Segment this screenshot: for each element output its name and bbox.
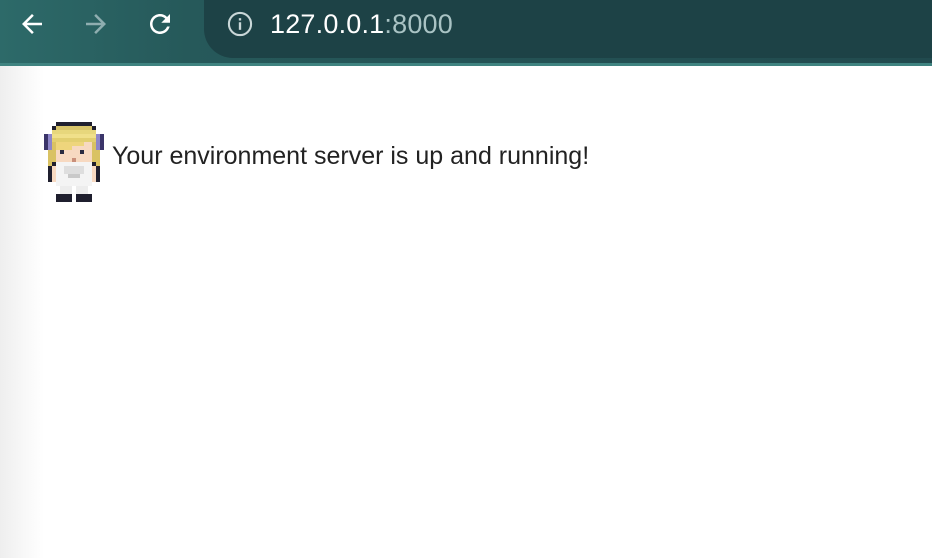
arrow-right-icon [86,14,106,34]
browser-window: 127.0.0.1:8000 Your environment server i… [0,0,932,558]
url-host: 127.0.0.1 [270,8,385,39]
pixel-character-avatar-icon [44,122,104,202]
reload-icon [150,13,170,34]
forward-button[interactable] [78,6,114,42]
status-message: Your environment server is up and runnin… [112,142,590,170]
info-icon[interactable] [226,10,254,38]
info-circle-icon [227,11,253,37]
url-text: 127.0.0.1:8000 [270,9,453,40]
browser-toolbar: 127.0.0.1:8000 [0,0,932,66]
arrow-left-icon [22,14,42,34]
back-button[interactable] [14,6,50,42]
url-port: :8000 [384,8,453,39]
status-row: Your environment server is up and runnin… [44,122,589,202]
page-viewport: Your environment server is up and runnin… [0,66,932,558]
reload-button[interactable] [142,6,178,42]
address-bar[interactable]: 127.0.0.1:8000 [204,0,932,58]
